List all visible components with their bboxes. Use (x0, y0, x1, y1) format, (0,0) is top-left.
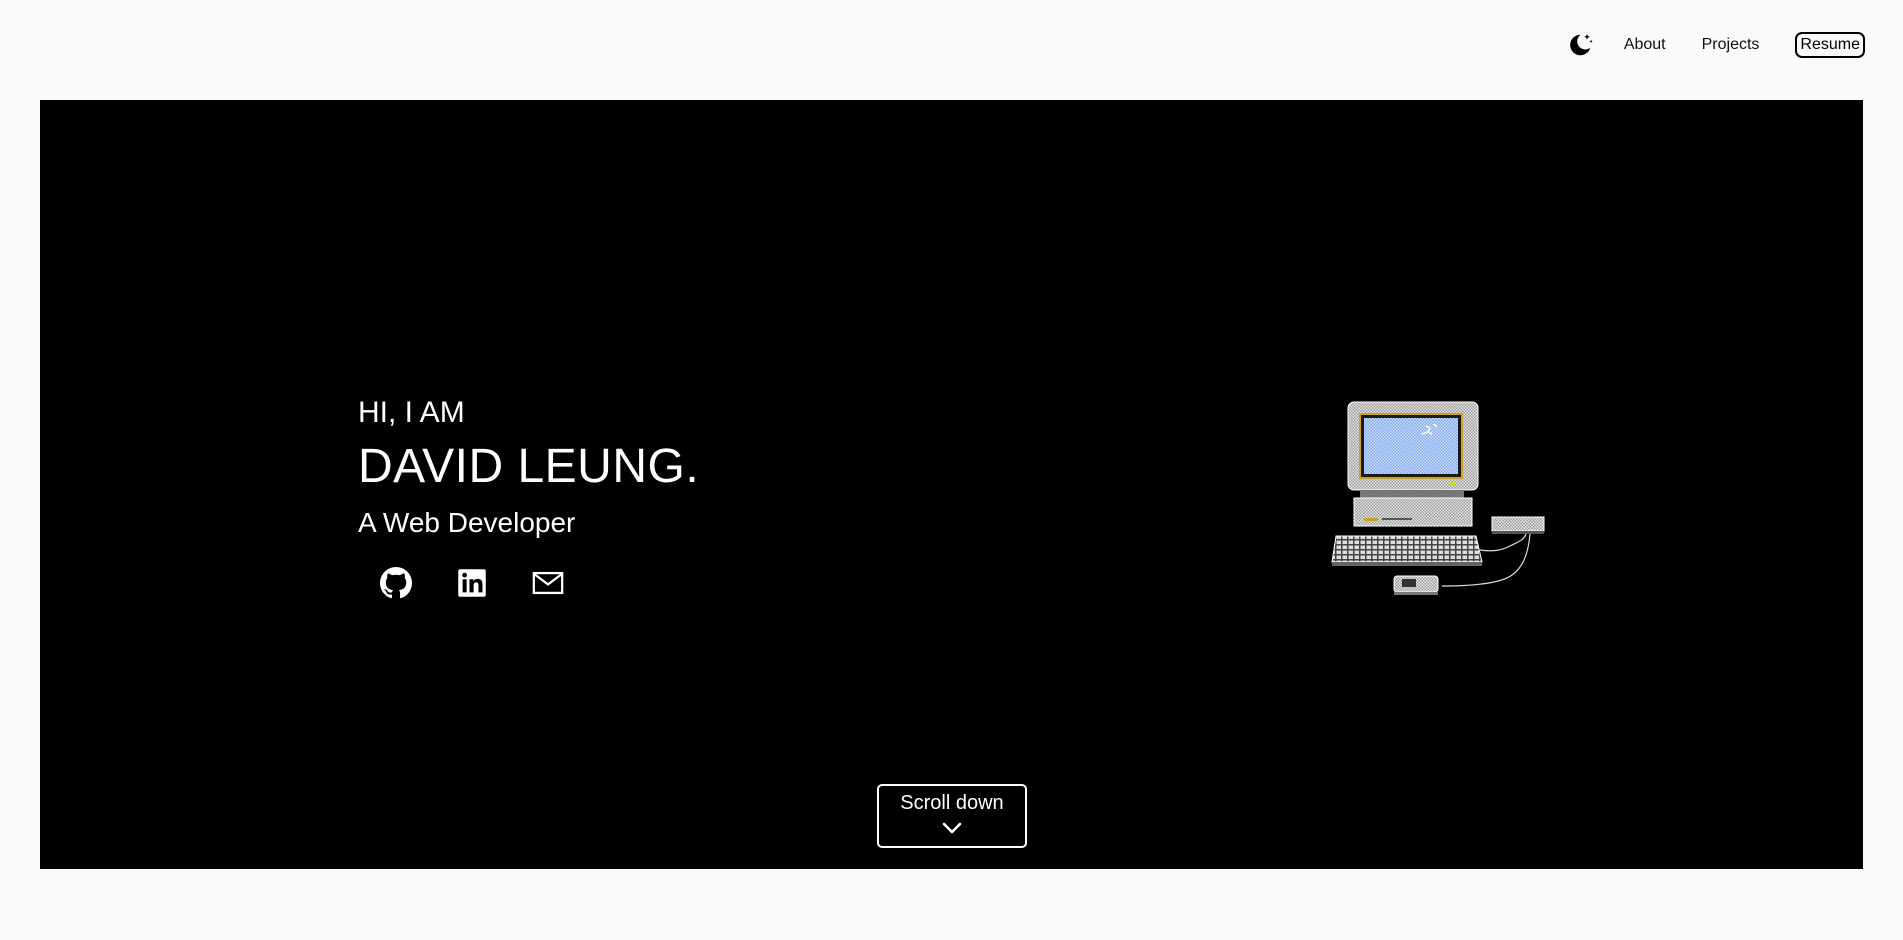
chevron-down-icon (942, 822, 962, 834)
hero-greeting: HI, I AM (358, 396, 465, 429)
github-icon (380, 567, 412, 599)
page: About Projects Resume HI, I AM DAVID LEU… (0, 0, 1903, 940)
moon-stars-icon (1569, 33, 1593, 56)
theme-toggle-button[interactable] (1564, 29, 1596, 61)
github-link[interactable] (378, 565, 414, 601)
scroll-down-button[interactable]: Scroll down (877, 784, 1027, 848)
hero-section: HI, I AM DAVID LEUNG. A Web Developer Sc… (40, 100, 1863, 869)
hero-role: A Web Developer (358, 507, 576, 538)
nav-link-about[interactable]: About (1624, 36, 1666, 54)
hero-name: DAVID LEUNG. (358, 440, 700, 493)
nav-link-projects[interactable]: Projects (1702, 36, 1760, 54)
scroll-down-label: Scroll down (900, 792, 1004, 814)
retro-computer-illustration (1330, 400, 1546, 596)
linkedin-link[interactable] (454, 565, 490, 601)
top-nav: About Projects Resume (1564, 0, 1903, 90)
social-links (378, 565, 699, 601)
hero-intro: HI, I AM DAVID LEUNG. A Web Developer (358, 395, 699, 601)
linkedin-icon (458, 569, 486, 597)
email-link[interactable] (530, 565, 566, 601)
resume-button[interactable]: Resume (1795, 32, 1865, 58)
mail-icon (532, 571, 564, 595)
